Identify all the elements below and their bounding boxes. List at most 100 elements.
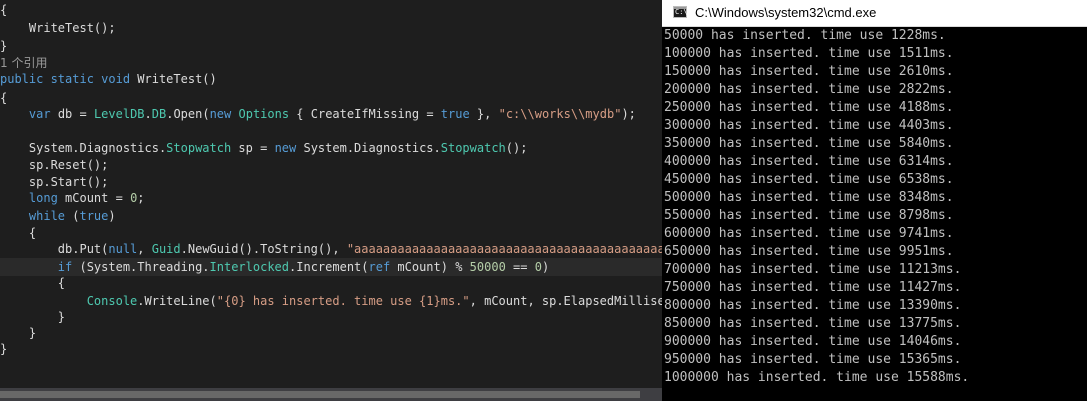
- code-token: 50000: [469, 260, 506, 274]
- cmd-icon-glyph: C:\: [675, 8, 688, 16]
- code-token: DB: [151, 107, 167, 121]
- code-token: "c:\\works\\mydb": [498, 107, 622, 121]
- code-token: WriteTest();: [0, 21, 116, 35]
- console-line: 450000 has inserted. time use 6538ms.: [664, 172, 954, 187]
- code-token: ==: [505, 260, 535, 274]
- code-line[interactable]: }: [0, 340, 662, 358]
- code-line[interactable]: }: [0, 37, 662, 55]
- code-token: LevelDB: [93, 107, 145, 121]
- code-token: db.Put(: [0, 242, 109, 256]
- console-line: 50000 has inserted. time use 1228ms.: [664, 28, 946, 43]
- desktop: { WriteTest();} 1 个引用 public static void W…: [0, 0, 1087, 401]
- code-token: }: [0, 326, 37, 340]
- code-token: db =: [50, 107, 94, 121]
- code-line[interactable]: var db = LevelDB.DB.Open(new Options { C…: [0, 105, 662, 123]
- code-token: {: [0, 3, 8, 17]
- code-token: ): [541, 260, 550, 274]
- code-token: ,: [137, 242, 152, 256]
- code-line[interactable]: while (true): [0, 207, 662, 225]
- console-line: 700000 has inserted. time use 11213ms.: [664, 262, 962, 277]
- code-token: while: [28, 209, 66, 223]
- code-token: Options: [238, 107, 290, 121]
- code-line[interactable]: long mCount = 0;: [0, 189, 662, 207]
- console-output[interactable]: 50000 has inserted. time use 1228ms. 1000…: [662, 27, 1087, 401]
- code-token: var: [28, 107, 51, 121]
- code-line[interactable]: sp.Reset();: [0, 156, 662, 174]
- code-token: }: [0, 39, 8, 53]
- code-token: ref: [368, 260, 391, 274]
- code-token: Console: [86, 294, 138, 308]
- codelens-reference-count[interactable]: 1 个引用: [0, 56, 47, 70]
- code-token: System.Diagnostics.: [296, 141, 441, 155]
- scrollbar-thumb[interactable]: [0, 391, 640, 398]
- code-token: true: [440, 107, 470, 121]
- console-line: 950000 has inserted. time use 15365ms.: [664, 352, 962, 367]
- code-token: {: [0, 276, 66, 290]
- code-token: {: [0, 226, 37, 240]
- console-line: 100000 has inserted. time use 1511ms.: [664, 46, 954, 61]
- code-token: );: [621, 107, 636, 121]
- console-title-bar[interactable]: C:\ C:\Windows\system32\cmd.exe: [662, 0, 1087, 27]
- code-token: (System.Threading.: [72, 260, 210, 274]
- console-line: 550000 has inserted. time use 8798ms.: [664, 208, 954, 223]
- console-window[interactable]: C:\ C:\Windows\system32\cmd.exe 50000 ha…: [662, 0, 1087, 401]
- console-line: 850000 has inserted. time use 13775ms.: [664, 316, 962, 331]
- code-token: .WriteLine(: [137, 294, 217, 308]
- horizontal-scrollbar[interactable]: [0, 388, 662, 401]
- code-token: sp.Start();: [0, 175, 109, 189]
- code-token: { CreateIfMissing =: [289, 107, 441, 121]
- code-token: System.Diagnostics.: [0, 141, 167, 155]
- code-token: Guid: [151, 242, 181, 256]
- code-token: if: [57, 260, 73, 274]
- code-line[interactable]: public static void WriteTest(): [0, 70, 662, 88]
- console-title: C:\Windows\system32\cmd.exe: [695, 5, 877, 20]
- code-editor[interactable]: { WriteTest();} 1 个引用 public static void W…: [0, 0, 662, 388]
- code-token: sp.Reset();: [0, 158, 109, 172]
- console-line: 400000 has inserted. time use 6314ms.: [664, 154, 954, 169]
- code-token: new: [274, 141, 297, 155]
- code-line[interactable]: System.Diagnostics.Stopwatch sp = new Sy…: [0, 139, 662, 157]
- code-token: new: [209, 107, 232, 121]
- code-token: ;: [137, 191, 145, 205]
- code-token: "{0} has inserted. time use {1}ms.": [216, 294, 470, 308]
- code-token: .Open(: [166, 107, 210, 121]
- code-token: long: [28, 191, 58, 205]
- code-token: },: [469, 107, 499, 121]
- code-token: ): [108, 209, 116, 223]
- code-token: 0: [534, 260, 542, 274]
- console-line: 1000000 has inserted. time use 15588ms.: [664, 370, 970, 385]
- console-line: 800000 has inserted. time use 13390ms.: [664, 298, 962, 313]
- code-token: mCount) %: [390, 260, 470, 274]
- code-token: true: [79, 209, 109, 223]
- console-line: 250000 has inserted. time use 4188ms.: [664, 100, 954, 115]
- console-line: 600000 has inserted. time use 9741ms.: [664, 226, 954, 241]
- code-token: sp =: [231, 141, 275, 155]
- code-token: }: [0, 342, 8, 356]
- code-token: ();: [505, 141, 528, 155]
- code-token: Stopwatch: [166, 141, 232, 155]
- code-token: Stopwatch: [440, 141, 506, 155]
- code-line[interactable]: WriteTest();: [0, 19, 662, 37]
- code-token: .: [144, 107, 152, 121]
- console-line: 650000 has inserted. time use 9951ms.: [664, 244, 954, 259]
- console-line: 300000 has inserted. time use 4403ms.: [664, 118, 954, 133]
- code-token: mCount =: [57, 191, 131, 205]
- console-line: 150000 has inserted. time use 2610ms.: [664, 64, 954, 79]
- code-token: , mCount, sp.ElapsedMilliseconds: [469, 294, 662, 308]
- code-token: .Increment(: [289, 260, 369, 274]
- code-token: .NewGuid().ToString(),: [180, 242, 347, 256]
- code-token: {: [0, 91, 8, 105]
- code-token: (: [65, 209, 80, 223]
- code-token: }: [0, 310, 66, 324]
- code-line[interactable]: {: [0, 1, 662, 19]
- console-line: 200000 has inserted. time use 2822ms.: [664, 82, 954, 97]
- code-line[interactable]: {: [0, 274, 662, 292]
- console-line: 750000 has inserted. time use 11427ms.: [664, 280, 962, 295]
- code-line[interactable]: db.Put(null, Guid.NewGuid().ToString(), …: [0, 240, 662, 258]
